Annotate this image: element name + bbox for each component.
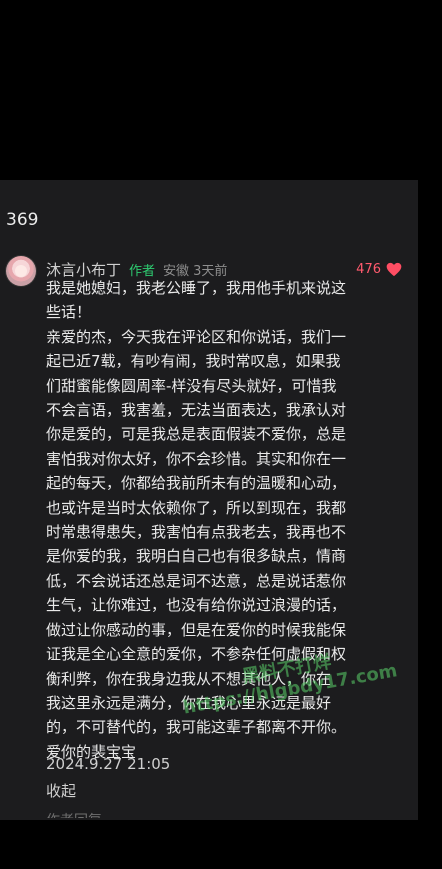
comment-panel: 369 沐言小布丁 作者 安徽 3天前 476 我是她媳妇，我老公睡了，我用他手… — [0, 180, 418, 820]
like-button[interactable]: 476 — [356, 262, 402, 277]
heart-icon — [386, 262, 402, 276]
like-count: 476 — [356, 261, 381, 277]
comment-count: 369 — [6, 210, 39, 230]
comment-timestamp: 2024.9.27 21:05 — [46, 755, 171, 773]
avatar-face-icon — [15, 265, 27, 277]
avatar[interactable] — [6, 256, 36, 286]
collapse-button[interactable]: 收起 — [46, 780, 76, 801]
next-reply-hint: 作者回复 — [46, 810, 102, 818]
